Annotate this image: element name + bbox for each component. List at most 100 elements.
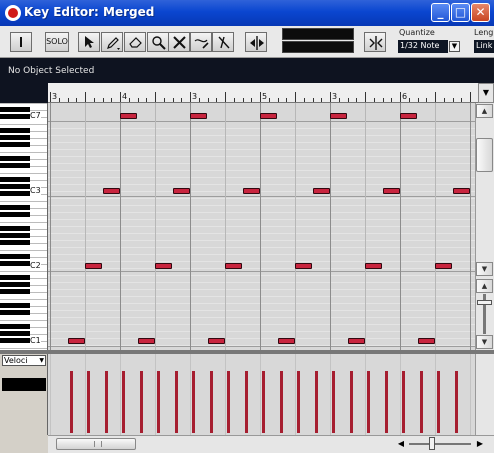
midi-note[interactable]	[67, 338, 85, 344]
velocity-bar[interactable]	[122, 371, 125, 433]
velocity-bar[interactable]	[262, 371, 265, 433]
midi-note[interactable]	[120, 113, 137, 119]
controller-select[interactable]: Veloci ▼	[2, 355, 46, 366]
black-key[interactable]	[0, 226, 30, 231]
black-key[interactable]	[0, 303, 30, 308]
black-key[interactable]	[0, 254, 30, 259]
midi-note[interactable]	[172, 188, 190, 194]
black-key[interactable]	[0, 205, 30, 210]
velocity-bar[interactable]	[157, 371, 160, 433]
zoom-tool[interactable]	[147, 32, 169, 52]
midi-note[interactable]	[417, 338, 435, 344]
ruler[interactable]: 3 4 3 5 3 6	[48, 83, 478, 103]
scroll-left-button[interactable]: ◀	[395, 438, 407, 450]
zoom-in-button[interactable]: ▲	[476, 279, 493, 293]
midi-note[interactable]	[225, 263, 242, 269]
midi-note[interactable]	[102, 188, 120, 194]
erase-tool[interactable]	[124, 32, 146, 52]
black-key[interactable]	[0, 338, 30, 343]
length-dropdown[interactable]: Link	[474, 40, 494, 53]
midi-note[interactable]	[85, 263, 102, 269]
black-key[interactable]	[0, 261, 30, 266]
quantize-dropdown[interactable]: 1/32 Note	[398, 40, 448, 53]
black-key[interactable]	[0, 184, 30, 189]
close-button[interactable]: ✕	[471, 3, 490, 22]
black-key[interactable]	[0, 212, 30, 217]
black-key[interactable]	[0, 128, 30, 133]
object-selection-tool[interactable]	[78, 32, 100, 52]
velocity-bar[interactable]	[402, 371, 405, 433]
midi-note[interactable]	[365, 263, 382, 269]
velocity-bar[interactable]	[87, 371, 90, 433]
midi-note[interactable]	[330, 113, 347, 119]
midi-note[interactable]	[347, 338, 365, 344]
black-key[interactable]	[0, 240, 30, 245]
velocity-bar[interactable]	[279, 371, 283, 433]
black-key[interactable]	[0, 114, 30, 119]
velocity-bar[interactable]	[349, 371, 353, 433]
scroll-down-button[interactable]: ▼	[476, 262, 493, 276]
horizontal-zoom-slider[interactable]	[409, 443, 471, 445]
midi-note[interactable]	[295, 263, 312, 269]
midi-note[interactable]	[137, 338, 155, 344]
velocity-bar[interactable]	[332, 371, 335, 433]
midi-note[interactable]	[277, 338, 295, 344]
midi-note[interactable]	[400, 113, 417, 119]
black-key[interactable]	[0, 191, 30, 196]
line-tool[interactable]	[190, 32, 212, 52]
info-toggle-button[interactable]	[10, 32, 32, 52]
midi-note[interactable]	[155, 263, 172, 269]
black-key[interactable]	[0, 289, 30, 294]
velocity-lane[interactable]	[48, 354, 475, 435]
black-key[interactable]	[0, 135, 30, 140]
black-key[interactable]	[0, 282, 30, 287]
midi-note[interactable]	[190, 113, 207, 119]
chevron-down-icon[interactable]: ▼	[449, 41, 460, 52]
draw-tool[interactable]	[101, 32, 123, 52]
black-key[interactable]	[0, 163, 30, 168]
zoom-out-button[interactable]: ▼	[476, 335, 493, 349]
midi-note[interactable]	[260, 113, 277, 119]
autoscroll-button[interactable]	[245, 32, 267, 52]
solo-button[interactable]: SOLO	[45, 32, 69, 52]
velocity-bar[interactable]	[174, 371, 178, 433]
velocity-bar[interactable]	[297, 371, 300, 433]
velocity-bar[interactable]	[69, 371, 73, 433]
velocity-bar[interactable]	[367, 371, 370, 433]
velocity-bar[interactable]	[139, 371, 143, 433]
velocity-bar[interactable]	[227, 371, 230, 433]
note-display[interactable]	[48, 103, 475, 350]
midi-note[interactable]	[242, 188, 260, 194]
velocity-bar[interactable]	[314, 371, 318, 433]
snap-button[interactable]	[364, 32, 386, 52]
velocity-bar[interactable]	[192, 371, 195, 433]
velocity-bar[interactable]	[437, 371, 440, 433]
black-key[interactable]	[0, 107, 30, 112]
velocity-bar[interactable]	[209, 371, 213, 433]
black-key[interactable]	[0, 310, 30, 315]
midi-note[interactable]	[452, 188, 470, 194]
black-key[interactable]	[0, 275, 30, 280]
midi-note[interactable]	[382, 188, 400, 194]
velocity-bar[interactable]	[384, 371, 388, 433]
black-key[interactable]	[0, 142, 30, 147]
midi-note[interactable]	[435, 263, 452, 269]
minimize-button[interactable]: _	[431, 3, 450, 22]
black-key[interactable]	[0, 324, 30, 329]
midi-note[interactable]	[312, 188, 330, 194]
vertical-zoom-handle[interactable]	[477, 300, 492, 305]
velocity-bar[interactable]	[244, 371, 248, 433]
maximize-button[interactable]: □	[451, 3, 470, 22]
horizontal-zoom-handle[interactable]	[429, 437, 435, 450]
velocity-bar[interactable]	[454, 371, 458, 433]
mute-tool[interactable]	[168, 32, 190, 52]
black-key[interactable]	[0, 233, 30, 238]
midi-note[interactable]	[207, 338, 225, 344]
scroll-right-button[interactable]: ▶	[474, 438, 486, 450]
velocity-bar[interactable]	[419, 371, 423, 433]
scissors-tool[interactable]	[212, 32, 234, 52]
scroll-up-button[interactable]: ▲	[476, 104, 493, 118]
velocity-bar[interactable]	[104, 371, 108, 433]
piano-keyboard[interactable]: C7 C3 C2 C1	[0, 103, 48, 350]
ruler-menu-button[interactable]: ▼	[478, 83, 494, 103]
